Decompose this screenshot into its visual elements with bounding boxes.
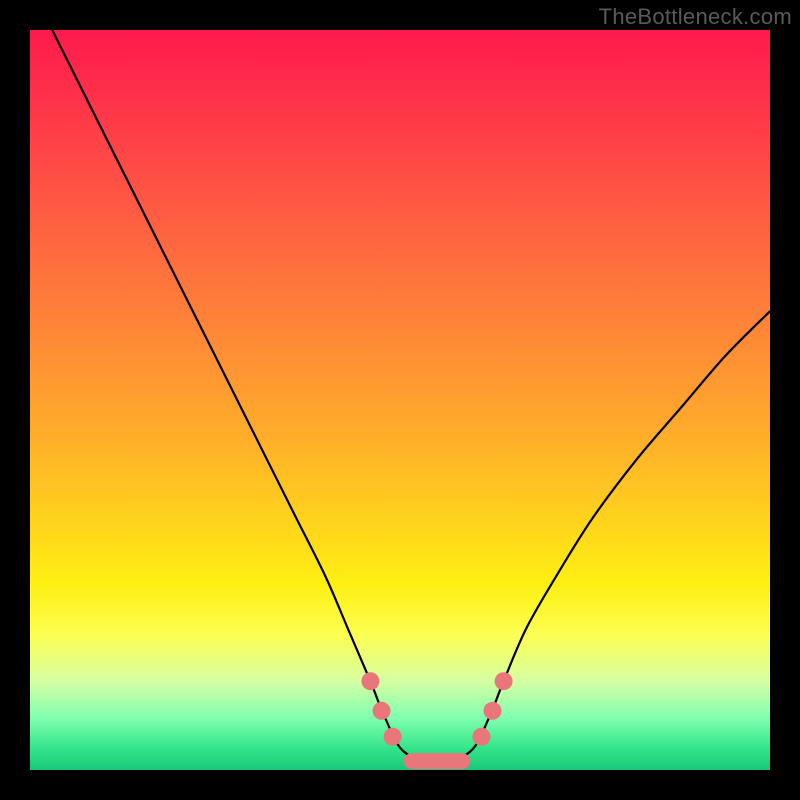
outer-frame: TheBottleneck.com (0, 0, 800, 800)
curve-marker (384, 728, 402, 746)
curve-marker (484, 702, 502, 720)
curve-marker (361, 672, 379, 690)
curve-marker (373, 702, 391, 720)
curve-layer (52, 30, 770, 763)
curve-marker (472, 728, 490, 746)
markers-layer (361, 672, 512, 769)
curve-marker (495, 672, 513, 690)
valley-pill-marker (404, 753, 471, 769)
plot-area (30, 30, 770, 770)
watermark-text: TheBottleneck.com (599, 4, 792, 30)
curve-svg (30, 30, 770, 770)
bottleneck-curve (52, 30, 770, 763)
